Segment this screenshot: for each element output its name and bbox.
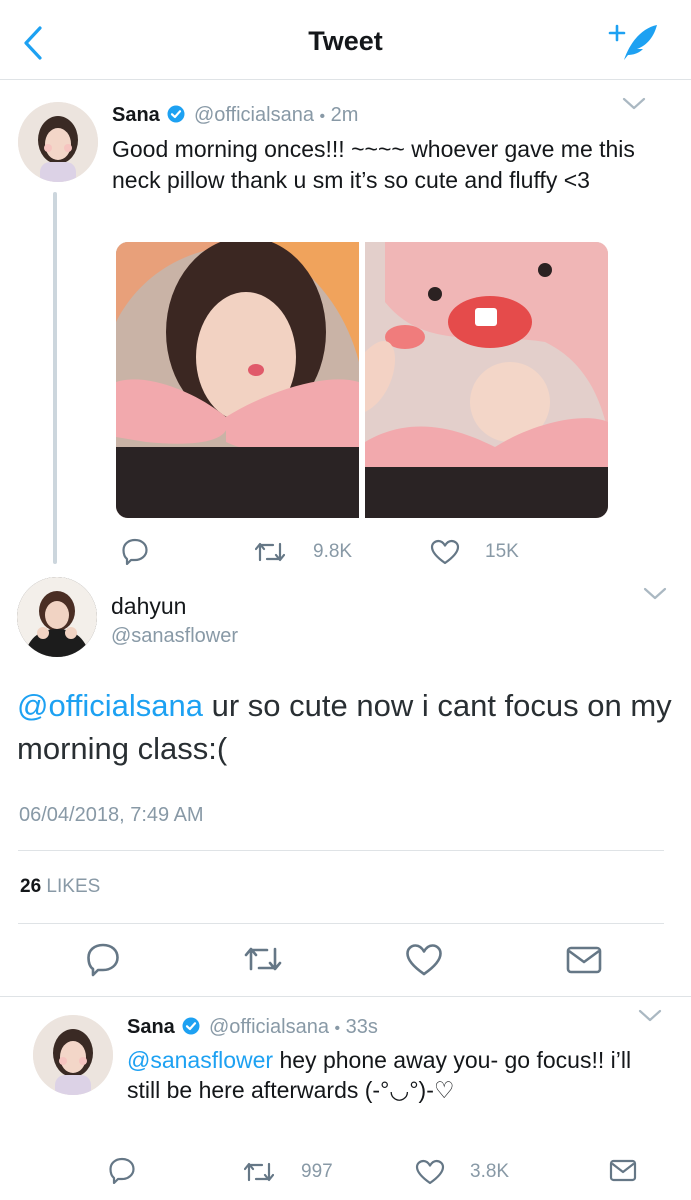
chevron-down-icon: [622, 97, 646, 110]
reply-icon: [87, 943, 119, 977]
divider: [18, 923, 664, 924]
separator-dot: •: [334, 1020, 341, 1037]
tweet-text: @sanasflower hey phone away you- go focu…: [127, 1045, 667, 1105]
retweet-button[interactable]: 9.8K: [255, 538, 352, 566]
avatar[interactable]: [17, 577, 97, 657]
avatar-photo-icon: [18, 102, 98, 182]
display-name[interactable]: Sana: [112, 104, 160, 126]
tweet-text: Good morning onces!!! ~~~~ whoever gave …: [112, 136, 635, 193]
thread-line: [53, 192, 57, 564]
likes-count: 26: [20, 876, 42, 897]
reply-button[interactable]: [108, 1156, 136, 1184]
heart-icon: [406, 944, 442, 976]
tweet-header: Sana @officialsana • 33s: [127, 1016, 378, 1044]
avatar-photo-icon: [17, 577, 97, 657]
like-count: 15K: [485, 541, 519, 562]
envelope-icon: [566, 946, 602, 974]
divider: [18, 850, 664, 851]
chevron-down-icon: [643, 587, 667, 600]
verified-badge-icon: [167, 105, 185, 123]
like-button[interactable]: [405, 943, 443, 977]
retweet-count: 997: [301, 1161, 333, 1182]
retweet-icon: [244, 1162, 274, 1182]
user-handle[interactable]: @officialsana: [194, 104, 314, 126]
reply-icon: [109, 1157, 135, 1184]
share-via-dm-button[interactable]: [566, 945, 602, 975]
avatar-photo-icon: [33, 1015, 113, 1095]
retweet-icon: [255, 542, 285, 562]
reply-icon: [122, 538, 148, 565]
tweet-menu-button[interactable]: [641, 582, 669, 604]
tweet-timestamp: 06/04/2018, 7:49 AM: [19, 804, 204, 826]
avatar[interactable]: [18, 102, 98, 182]
user-handle[interactable]: @officialsana: [209, 1016, 329, 1038]
like-count: 3.8K: [470, 1161, 510, 1182]
reply-button[interactable]: [85, 941, 121, 977]
display-name[interactable]: Sana: [127, 1016, 175, 1038]
media-photo-1[interactable]: [116, 242, 359, 518]
tweet-time: 33s: [345, 1016, 378, 1038]
tweet-time: 2m: [330, 104, 359, 126]
photo-image-icon: [365, 242, 608, 518]
nav-divider: [0, 79, 691, 80]
heart-icon: [415, 1159, 445, 1185]
tweet-header: Sana @officialsana • 2m: [112, 104, 358, 132]
likes-summary[interactable]: 26 LIKES: [20, 876, 100, 898]
tweet-menu-button[interactable]: [620, 92, 648, 114]
divider: [0, 996, 691, 997]
separator-dot: •: [319, 108, 326, 125]
tweet-menu-button[interactable]: [636, 1004, 664, 1026]
photo-image-icon: [116, 242, 359, 518]
likes-label: LIKES: [46, 876, 101, 897]
like-button[interactable]: 3.8K: [415, 1158, 509, 1186]
compose-quill-icon: [608, 24, 657, 60]
display-name[interactable]: dahyun: [111, 593, 186, 620]
mention-link[interactable]: @officialsana: [17, 688, 203, 723]
media-photo-2[interactable]: [365, 242, 608, 518]
reply-button[interactable]: [121, 537, 149, 565]
retweet-count: 9.8K: [313, 541, 353, 562]
nav-bar: Tweet: [0, 0, 691, 80]
envelope-icon: [609, 1159, 637, 1182]
mention-link[interactable]: @sanasflower: [127, 1047, 273, 1073]
verified-badge-icon: [182, 1017, 200, 1035]
like-button[interactable]: 15K: [430, 538, 519, 566]
chevron-down-icon: [638, 1009, 662, 1022]
heart-icon: [430, 539, 460, 565]
retweet-button[interactable]: 997: [244, 1158, 333, 1186]
user-handle[interactable]: @sanasflower: [111, 625, 238, 648]
avatar[interactable]: [33, 1015, 113, 1095]
page-title: Tweet: [308, 26, 383, 56]
share-via-dm-button[interactable]: [609, 1158, 637, 1184]
retweet-button[interactable]: [244, 944, 282, 974]
compose-tweet-button[interactable]: [608, 22, 660, 64]
retweet-icon: [244, 947, 282, 971]
tweet-text: @officialsana ur so cute now i cant focu…: [17, 684, 677, 770]
